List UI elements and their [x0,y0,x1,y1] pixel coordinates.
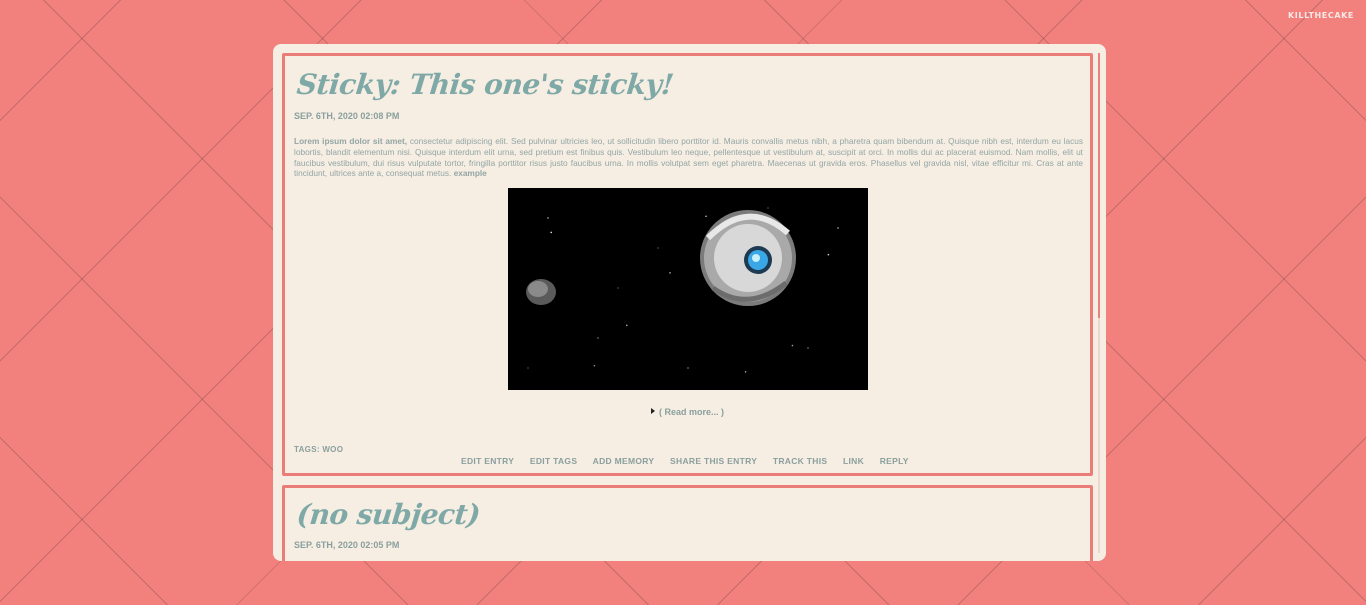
entry-body: Lorem ipsum dolor sit amet, consectetur … [294,136,1083,179]
add-memory-button[interactable]: ADD MEMORY [593,456,655,466]
entry-tags[interactable]: TAGS: WOO [294,445,343,454]
entry-body-text: consectetur adipiscing elit. Sed pulvina… [294,136,1083,179]
link-button[interactable]: LINK [843,456,864,466]
entry-title[interactable]: Sticky: This one's sticky! [295,68,675,101]
entry-date: SEP. 6TH, 2020 02:08 PM [294,111,400,121]
reply-button[interactable]: REPLY [880,456,909,466]
entry-actions: EDIT ENTRY EDIT TAGS ADD MEMORY SHARE TH… [461,456,922,466]
scrollbar-thumb[interactable] [1098,53,1100,318]
scrollbar[interactable] [1098,53,1100,553]
entry-title[interactable]: (no subject) [295,498,481,531]
space-scene-image [526,207,839,369]
share-entry-button[interactable]: SHARE THIS ENTRY [670,456,757,466]
entry: Sticky: This one's sticky! SEP. 6TH, 202… [282,53,1093,476]
track-this-button[interactable]: TRACK THIS [773,456,827,466]
entry-date: SEP. 6TH, 2020 02:05 PM [294,540,400,550]
entries-scroll-area[interactable]: Sticky: This one's sticky! SEP. 6TH, 202… [273,44,1106,561]
entry-body-bold: Lorem ipsum dolor sit amet, [294,136,408,146]
edit-entry-button[interactable]: EDIT ENTRY [461,456,514,466]
site-name[interactable]: KILLTHECAKE [1288,11,1354,20]
edit-tags-button[interactable]: EDIT TAGS [530,456,577,466]
triangle-right-icon [650,408,655,414]
journal-container: Sticky: This one's sticky! SEP. 6TH, 202… [273,44,1106,561]
entry-body-link[interactable]: example [454,168,487,178]
read-more-label[interactable]: ( Read more... ) [659,407,724,417]
entry: (no subject) SEP. 6TH, 2020 02:05 PM [282,485,1093,561]
read-more-link[interactable]: ( Read more... ) [285,407,1090,417]
entry-image [508,188,868,390]
